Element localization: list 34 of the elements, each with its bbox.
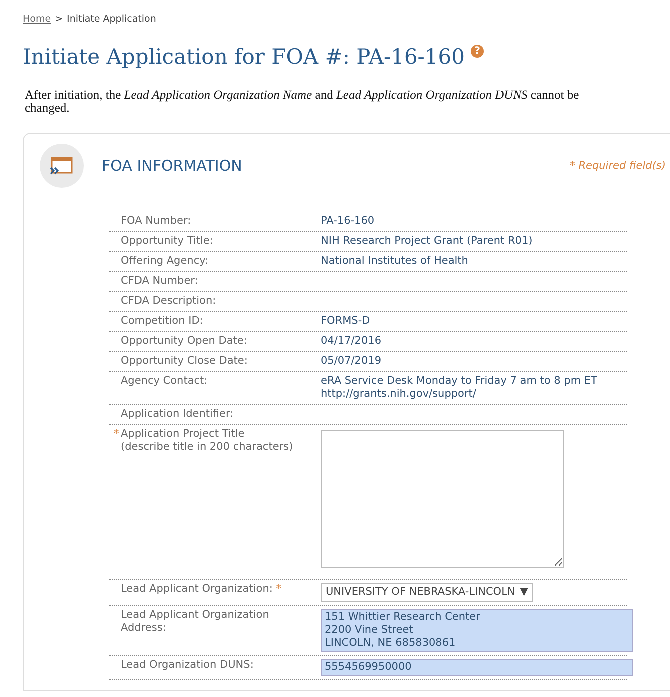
organization-dropdown[interactable]: UNIVERSITY OF NEBRASKA-LINCOLN ▼ <box>321 583 534 602</box>
field-label: Lead Applicant Organization Address: <box>121 609 270 634</box>
field-label: Lead Applicant Organization: <box>121 583 273 595</box>
field-label: Agency Contact: <box>121 375 208 387</box>
field-label: Opportunity Open Date: <box>121 335 248 347</box>
breadcrumb-separator: > <box>55 14 64 25</box>
caret-icon: ▼ <box>520 586 528 599</box>
notice-text: After initiation, the Lead Application Organization Name and Lead Application Organization DUNS cannot be changed. <box>25 89 580 114</box>
field-label: Application Project Title (describe title in 200 characters) <box>121 428 294 453</box>
home-link[interactable]: Home <box>23 14 52 25</box>
field-value: NIH Research Project Grant (Parent R01) <box>321 235 533 247</box>
field-label: Opportunity Close Date: <box>121 355 248 367</box>
field-label: Offering Agency: <box>121 255 209 267</box>
section-title: FOA INFORMATION <box>102 157 244 175</box>
required-mark: * <box>114 428 120 441</box>
page-title: Initiate Application for FOA #: PA-16-160 <box>23 45 465 69</box>
field-value: eRA Service Desk Monday to Friday 7 am to 8 pm ET http://grants.nih.gov/support/ <box>321 375 598 400</box>
breadcrumb-current: Initiate Application <box>67 14 156 25</box>
field-label: FOA Number: <box>121 215 192 227</box>
field-value: FORMS-D <box>321 315 370 327</box>
field-value: 05/07/2019 <box>321 355 382 367</box>
field-label: Competition ID: <box>121 315 204 327</box>
field-label: Opportunity Title: <box>121 235 214 247</box>
field-value: PA-16-160 <box>321 215 375 227</box>
required-mark: * <box>276 583 282 595</box>
field-label: CFDA Description: <box>121 295 216 307</box>
field-label: Application Identifier: <box>121 408 234 420</box>
readonly-field: 151 Whittier Research Center 2200 Vine Street LINCOLN, NE 685830861 <box>321 609 633 652</box>
field-label: CFDA Number: <box>121 275 198 287</box>
readonly-field: 5554569950000 <box>321 659 633 676</box>
field-value: National Institutes of Health <box>321 255 468 267</box>
field-label: Lead Organization DUNS: <box>121 659 254 671</box>
field-value: 04/17/2016 <box>321 335 382 347</box>
required-note: * Required field(s) <box>570 160 666 172</box>
